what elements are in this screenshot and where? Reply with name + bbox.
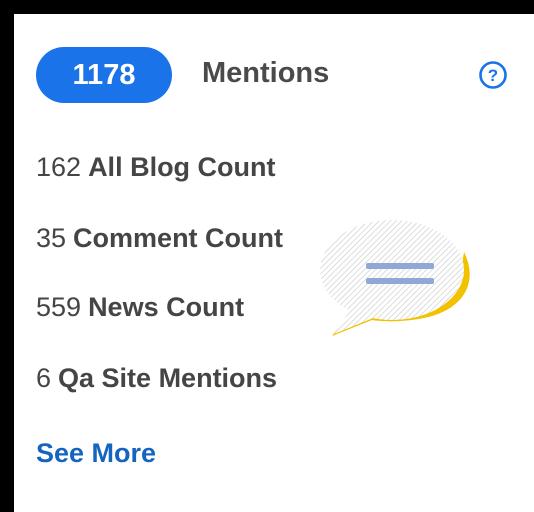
svg-text:?: ? — [488, 66, 498, 85]
stat-count: 35 — [36, 223, 67, 253]
mentions-count-badge[interactable]: 1178 — [36, 47, 172, 103]
stat-item-news: 559 News Count — [36, 292, 244, 323]
mentions-header: 1178 Mentions ? — [36, 47, 516, 103]
stat-count: 559 — [36, 292, 82, 322]
stat-item-qa-site: 6 Qa Site Mentions — [36, 363, 277, 394]
mentions-card: 1178 Mentions ? 162 All Blog Count 35 Comm… — [14, 14, 534, 512]
stat-label: Comment Count — [73, 223, 284, 253]
stat-count: 162 — [36, 152, 82, 182]
speech-bubble-icon — [320, 220, 470, 336]
help-icon[interactable]: ? — [478, 60, 508, 90]
stat-label: News Count — [88, 292, 245, 322]
see-more-link[interactable]: See More — [36, 438, 156, 469]
stat-label: Qa Site Mentions — [58, 363, 278, 393]
stat-label: All Blog Count — [88, 152, 276, 182]
stat-count: 6 — [36, 363, 52, 393]
stat-item-all-blog: 162 All Blog Count — [36, 152, 276, 183]
stat-item-comment: 35 Comment Count — [36, 223, 283, 254]
mentions-label: Mentions — [202, 57, 330, 89]
